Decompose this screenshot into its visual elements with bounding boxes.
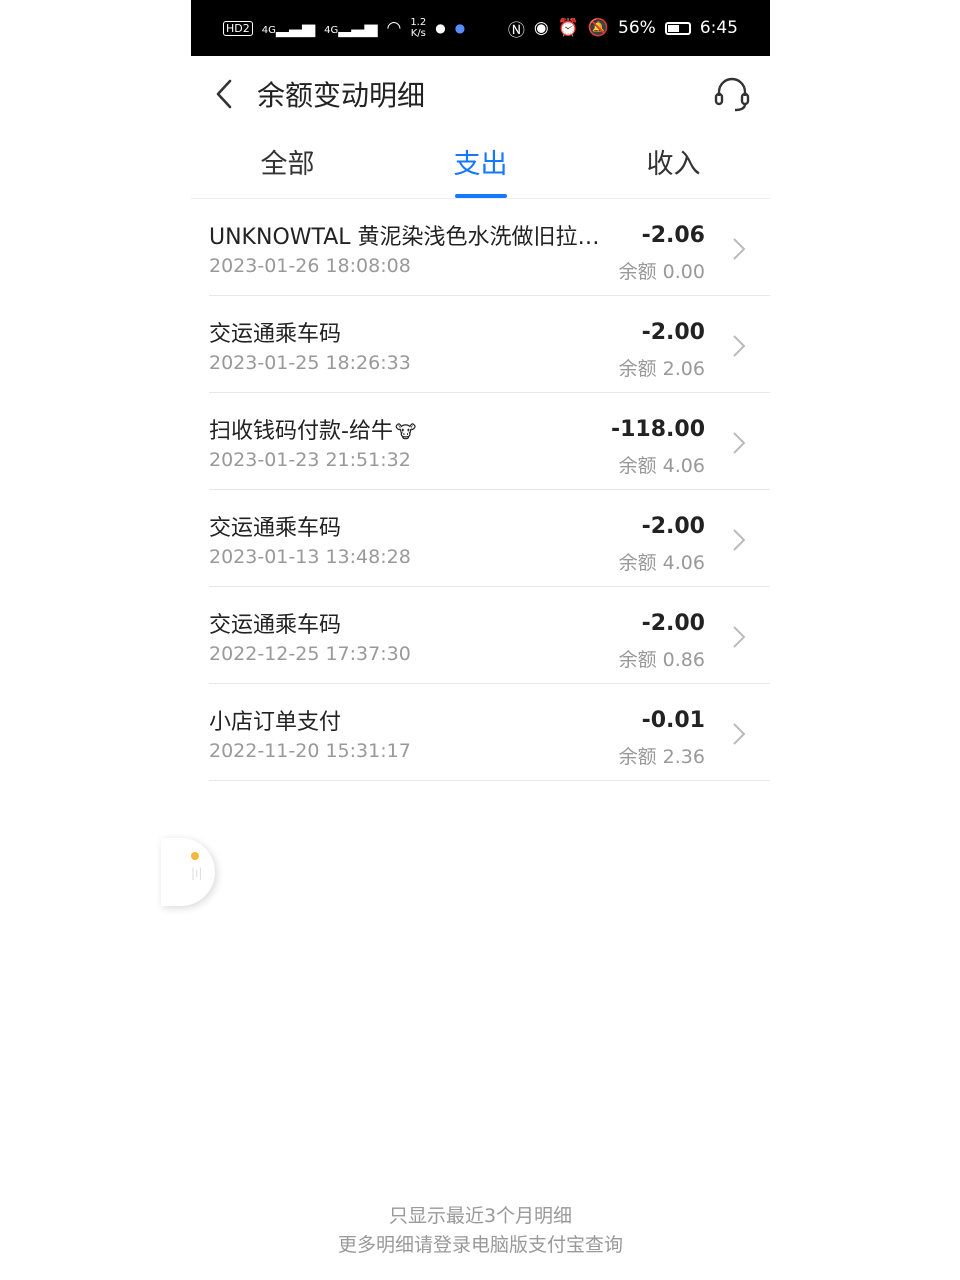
chevron-right-icon <box>733 432 746 454</box>
chevron-right-icon <box>733 723 746 745</box>
transaction-amount: -2.00 <box>641 611 705 636</box>
transaction-amount: -2.00 <box>641 514 705 539</box>
app-notification-icon: ● <box>454 21 466 35</box>
transaction-row[interactable]: 小店订单支付 2022-11-20 15:31:17 -0.01 余额 2.36 <box>209 684 770 781</box>
back-button[interactable] <box>191 56 257 132</box>
mute-icon: 🔕 <box>587 18 610 38</box>
transaction-balance: 余额 4.06 <box>618 455 705 477</box>
footer-note: 只显示最近3个月明细 更多明细请登录电脑版支付宝查询 <box>191 1202 770 1260</box>
transaction-balance: 余额 2.06 <box>618 358 705 380</box>
transaction-time: 2022-11-20 15:31:17 <box>209 740 411 762</box>
phone-screen: HD2 4G▂▃▅ 4G▂▃▅ ◠ 1.2 K/s ● ● Ⓝ ◉ ⏰ 🔕 56%… <box>161 0 770 1280</box>
transaction-balance: 余额 2.36 <box>618 746 705 768</box>
transaction-row[interactable]: UNKNOWTAL 黄泥染浅色水洗做旧拉链开衫卫衣 2023-01-26 18:… <box>209 199 770 296</box>
voice-wave-icon: |ı| <box>191 866 203 880</box>
cow-emoji-icon: 🐮 <box>394 422 417 443</box>
chevron-right-icon <box>733 238 746 260</box>
battery-percent: 56% <box>618 18 656 38</box>
transaction-list: UNKNOWTAL 黄泥染浅色水洗做旧拉链开衫卫衣 2023-01-26 18:… <box>191 199 770 781</box>
app-notification-icon: ● <box>435 21 446 35</box>
signal-icon: 4G▂▃▅ <box>261 18 316 38</box>
chevron-right-icon <box>733 626 746 648</box>
transaction-time: 2023-01-13 13:48:28 <box>209 546 411 568</box>
tab-expense[interactable]: 支出 <box>384 132 577 198</box>
tab-all[interactable]: 全部 <box>191 132 384 198</box>
transaction-amount: -2.06 <box>641 223 705 248</box>
transaction-name: UNKNOWTAL 黄泥染浅色水洗做旧拉链开衫卫衣 <box>209 225 621 250</box>
footer-line-2: 更多明细请登录电脑版支付宝查询 <box>337 1234 623 1256</box>
chevron-left-icon <box>216 79 232 109</box>
transaction-amount: -118.00 <box>610 417 705 442</box>
network-speed: 1.2 K/s <box>410 17 427 39</box>
transaction-name: 交运通乘车码 <box>209 322 342 347</box>
transaction-row[interactable]: 交运通乘车码 2022-12-25 17:37:30 -2.00 余额 0.86 <box>209 587 770 684</box>
wifi-icon: ◠ <box>386 18 402 38</box>
transaction-name: 小店订单支付 <box>209 710 342 735</box>
transaction-amount: -0.01 <box>641 708 705 733</box>
transaction-balance: 余额 4.06 <box>618 552 705 574</box>
floating-assistant-button[interactable]: |ı| <box>161 838 215 906</box>
transaction-name: 交运通乘车码 <box>209 613 342 638</box>
signal-icon: 4G▂▃▅ <box>324 18 378 38</box>
transaction-balance: 余额 0.86 <box>618 649 705 671</box>
tab-income[interactable]: 收入 <box>577 132 770 198</box>
transaction-amount: -2.00 <box>641 320 705 345</box>
transaction-time: 2023-01-25 18:26:33 <box>209 352 411 374</box>
headset-icon <box>714 77 750 112</box>
page-title: 余额变动明细 <box>257 79 426 112</box>
battery-icon <box>664 21 691 35</box>
transaction-time: 2023-01-26 18:08:08 <box>209 255 411 277</box>
transaction-name: 交运通乘车码 <box>209 516 342 541</box>
transaction-time: 2022-12-25 17:37:30 <box>209 643 411 665</box>
footer-line-1: 只显示最近3个月明细 <box>388 1205 573 1227</box>
transaction-row[interactable]: 交运通乘车码 2023-01-13 13:48:28 -2.00 余额 4.06 <box>209 490 770 587</box>
customer-service-button[interactable] <box>712 74 752 114</box>
nfc-icon: Ⓝ <box>507 20 525 41</box>
transaction-time: 2023-01-23 21:51:32 <box>209 449 411 471</box>
transaction-row[interactable]: 交运通乘车码 2023-01-25 18:26:33 -2.00 余额 2.06 <box>209 296 770 393</box>
transaction-balance: 余额 0.00 <box>618 261 705 283</box>
eye-icon: ◉ <box>533 18 549 38</box>
status-bar: HD2 4G▂▃▅ 4G▂▃▅ ◠ 1.2 K/s ● ● Ⓝ ◉ ⏰ 🔕 56%… <box>191 0 770 56</box>
transaction-row[interactable]: 扫收钱码付款-给牛 🐮 2023-01-23 21:51:32 -118.00 余… <box>209 393 770 490</box>
filter-tabs: 全部 支出 收入 <box>191 132 770 199</box>
clock: 6:45 <box>699 18 738 38</box>
nav-header: 余额变动明细 <box>191 56 770 132</box>
hd-badge: HD2 <box>223 20 253 36</box>
chevron-right-icon <box>733 335 746 357</box>
transaction-name: 扫收钱码付款-给牛 🐮 <box>209 419 417 444</box>
notification-dot <box>191 852 199 860</box>
chevron-right-icon <box>733 529 746 551</box>
alarm-icon: ⏰ <box>557 18 579 38</box>
